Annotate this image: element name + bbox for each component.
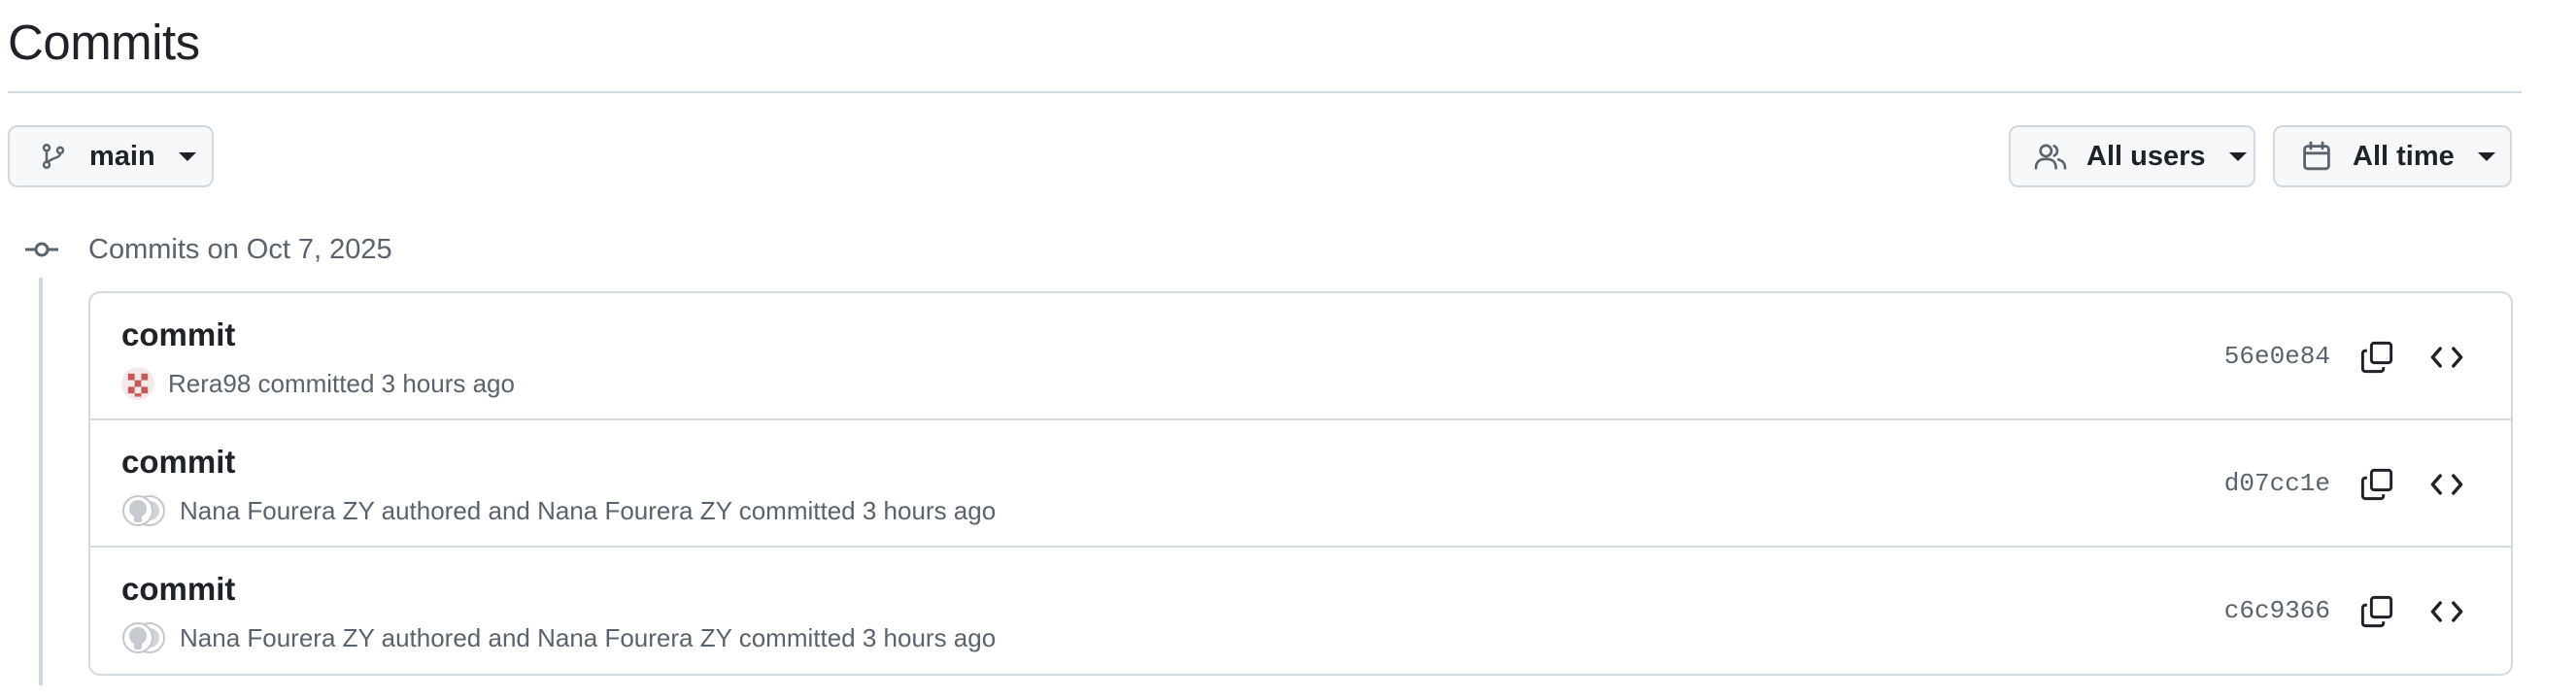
branch-select-button[interactable]: main bbox=[8, 125, 214, 187]
octocat-avatar-icon bbox=[122, 622, 165, 653]
commit-row: commit Nana Fourera ZY authored and Nana… bbox=[90, 420, 2511, 548]
commit-meta: Nana Fourera ZY authored and Nana Fourer… bbox=[121, 621, 996, 654]
commit-meta-text: Nana Fourera ZY authored and Nana Fourer… bbox=[180, 496, 997, 525]
octocat-avatar-icon bbox=[122, 495, 165, 526]
browse-repo-button[interactable] bbox=[2425, 463, 2468, 506]
branch-select-label: main bbox=[89, 140, 155, 172]
caret-down-icon bbox=[2228, 151, 2247, 161]
avatar[interactable] bbox=[121, 494, 166, 527]
avatar[interactable] bbox=[121, 367, 154, 400]
copy-sha-button[interactable] bbox=[2356, 590, 2398, 633]
commit-meta-text: Rera98 committed 3 hours ago bbox=[168, 369, 515, 398]
copy-sha-button[interactable] bbox=[2356, 463, 2398, 506]
code-icon bbox=[2430, 347, 2463, 368]
commit-sha-link[interactable]: c6c9366 bbox=[2224, 594, 2330, 627]
commit-message-link[interactable]: commit bbox=[121, 442, 235, 483]
users-filter-button[interactable]: All users bbox=[2009, 125, 2255, 187]
code-icon bbox=[2430, 601, 2463, 622]
commit-message-link[interactable]: commit bbox=[121, 569, 235, 610]
copy-sha-button[interactable] bbox=[2356, 336, 2398, 379]
calendar-icon bbox=[2300, 140, 2333, 173]
people-icon bbox=[2034, 140, 2067, 173]
browse-repo-button[interactable] bbox=[2425, 590, 2468, 633]
commit-row: commit Nana Fourera ZY authored and Nana… bbox=[90, 548, 2511, 674]
timeline-line bbox=[39, 278, 43, 685]
copy-icon bbox=[2360, 341, 2393, 374]
commit-sha-link[interactable]: 56e0e84 bbox=[2224, 340, 2330, 373]
copy-icon bbox=[2360, 468, 2393, 501]
browse-repo-button[interactable] bbox=[2425, 336, 2468, 379]
users-filter-label: All users bbox=[2086, 140, 2206, 172]
commit-meta: Nana Fourera ZY authored and Nana Fourer… bbox=[121, 494, 996, 527]
commit-message-link[interactable]: commit bbox=[121, 315, 235, 355]
commit-row: commit Rera98 committed 3 hours ago 56e0… bbox=[90, 293, 2511, 420]
pixel-avatar-icon bbox=[121, 367, 154, 400]
commit-sha-link[interactable]: d07cc1e bbox=[2224, 467, 2330, 500]
page-title: Commits bbox=[8, 15, 200, 70]
git-branch-icon bbox=[37, 140, 70, 173]
code-icon bbox=[2430, 474, 2463, 495]
time-filter-label: All time bbox=[2353, 140, 2455, 172]
commit-group-heading: Commits on Oct 7, 2025 bbox=[88, 234, 392, 265]
avatar[interactable] bbox=[121, 621, 166, 654]
caret-down-icon bbox=[178, 151, 196, 161]
commit-list: commit Rera98 committed 3 hours ago 56e0… bbox=[88, 291, 2513, 676]
time-filter-button[interactable]: All time bbox=[2273, 125, 2512, 187]
caret-down-icon bbox=[2477, 151, 2495, 161]
copy-icon bbox=[2360, 595, 2393, 628]
title-divider bbox=[8, 91, 2522, 93]
commit-meta: Rera98 committed 3 hours ago bbox=[121, 367, 515, 400]
git-commit-icon bbox=[25, 237, 58, 262]
commit-meta-text: Nana Fourera ZY authored and Nana Fourer… bbox=[180, 623, 997, 652]
